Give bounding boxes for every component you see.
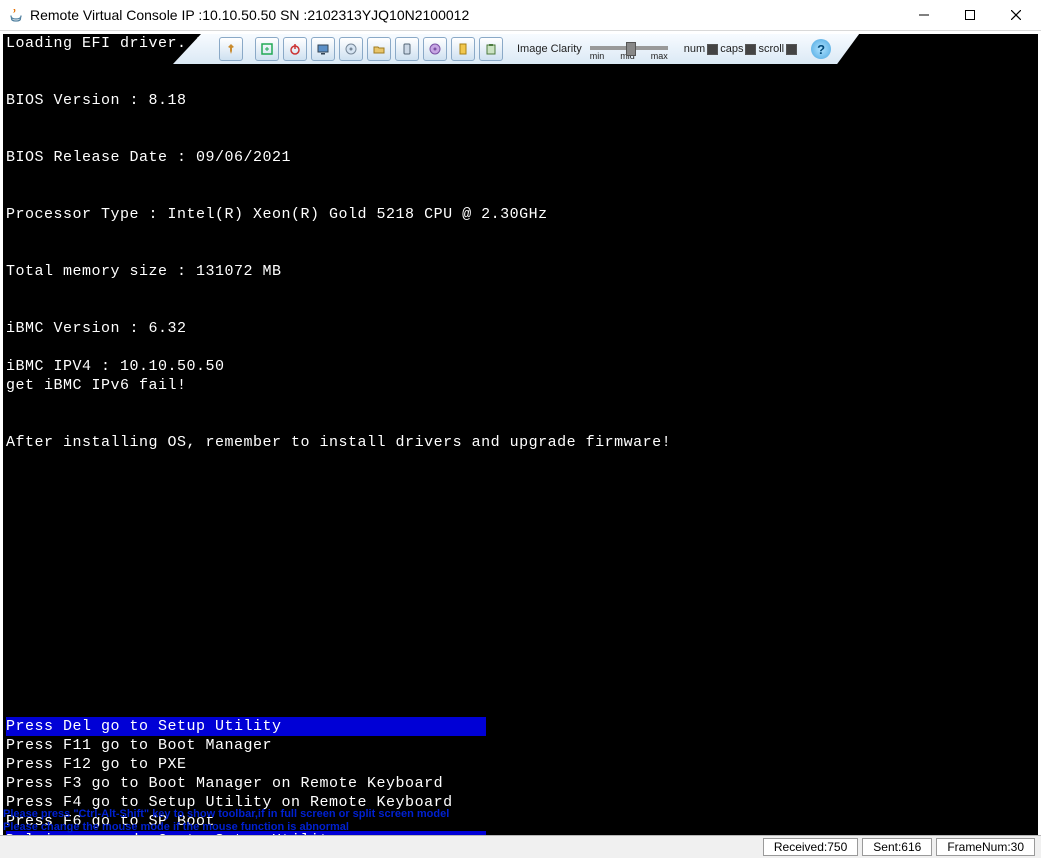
boot-screen: Loading EFI driver. It BIOS Version : 8.… [3, 34, 1038, 856]
hint-line-2: Please change the mouse mode if the mous… [3, 821, 449, 834]
bios-date-line: BIOS Release Date : 09/06/2021 [3, 148, 1038, 167]
clipboard-button[interactable] [479, 37, 503, 61]
disc-b-button[interactable] [423, 37, 447, 61]
keyboard-indicators: num caps scroll [684, 43, 797, 55]
caps-indicator [745, 44, 756, 55]
boot-opt-del: Press Del go to Setup Utility [6, 717, 486, 736]
memory-line: Total memory size : 131072 MB [3, 262, 1038, 281]
minimize-button[interactable] [901, 0, 947, 30]
pin-button[interactable] [219, 37, 243, 61]
status-sent: Sent:616 [862, 838, 932, 856]
image-clarity-slider[interactable]: min mid max [590, 38, 668, 61]
maximize-button[interactable] [947, 0, 993, 30]
bookmark-button[interactable] [451, 37, 475, 61]
boot-opt-f3: Press F3 go to Boot Manager on Remote Ke… [3, 774, 489, 793]
scroll-indicator [786, 44, 797, 55]
help-button[interactable]: ? [811, 39, 831, 59]
clarity-thumb[interactable] [626, 42, 636, 56]
status-bar: Received:750 Sent:616 FrameNum:30 [0, 835, 1041, 858]
remote-console-viewport[interactable]: Image Clarity min mid max num caps scrol… [3, 34, 1038, 856]
ibmc-ipv6-line: get iBMC IPv6 fail! [3, 376, 1038, 395]
disc-a-button[interactable] [339, 37, 363, 61]
window-controls [901, 0, 1039, 30]
clarity-tick-max: max [651, 51, 668, 61]
scroll-label: scroll [758, 43, 784, 55]
boot-opt-f12: Press F12 go to PXE [3, 755, 489, 774]
hint-line-1: Please press "Ctrl-Alt-Shift" key to sho… [3, 808, 449, 821]
clarity-tick-min: min [590, 51, 605, 61]
monitor-button[interactable] [311, 37, 335, 61]
device-button[interactable] [395, 37, 419, 61]
status-received: Received:750 [763, 838, 858, 856]
footer-hints: Please press "Ctrl-Alt-Shift" key to sho… [3, 808, 449, 834]
image-clarity-label: Image Clarity [517, 43, 582, 55]
ibmc-ipv4-line: iBMC IPV4 : 10.10.50.50 [3, 357, 1038, 376]
window-titlebar: Remote Virtual Console IP :10.10.50.50 S… [0, 0, 1041, 31]
bios-version-line: BIOS Version : 8.18 [3, 91, 1038, 110]
fullscreen-button[interactable] [255, 37, 279, 61]
folder-button[interactable] [367, 37, 391, 61]
java-icon [8, 7, 24, 23]
console-toolbar: Image Clarity min mid max num caps scrol… [173, 34, 859, 64]
boot-opt-f11: Press F11 go to Boot Manager [3, 736, 489, 755]
power-button[interactable] [283, 37, 307, 61]
install-reminder-line: After installing OS, remember to install… [3, 433, 1038, 452]
num-indicator [707, 44, 718, 55]
num-label: num [684, 43, 705, 55]
client-area: Image Clarity min mid max num caps scrol… [0, 31, 1041, 858]
window-title: Remote Virtual Console IP :10.10.50.50 S… [30, 7, 901, 23]
status-frame: FrameNum:30 [936, 838, 1035, 856]
ibmc-version-line: iBMC Version : 6.32 [3, 319, 1038, 338]
close-button[interactable] [993, 0, 1039, 30]
caps-label: caps [720, 43, 743, 55]
cpu-line: Processor Type : Intel(R) Xeon(R) Gold 5… [3, 205, 1038, 224]
